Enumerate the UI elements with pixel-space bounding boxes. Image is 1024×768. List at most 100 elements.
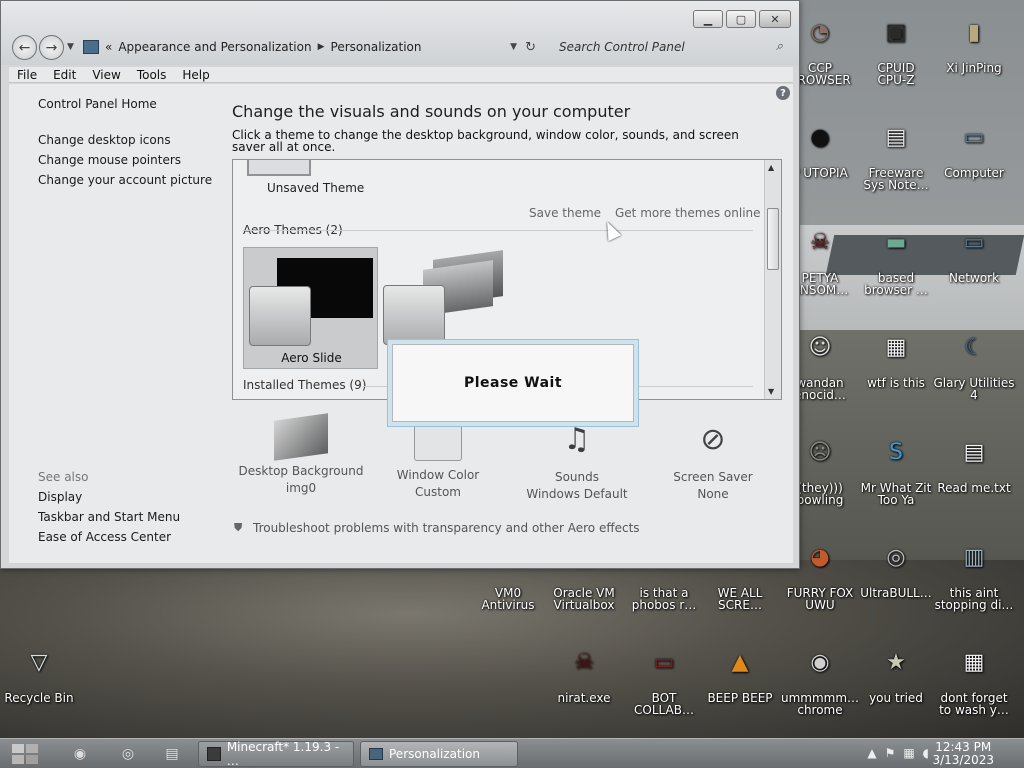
window-controls: ▁ ▢ ✕ (693, 10, 791, 28)
refresh-icon[interactable]: ↻ (525, 40, 536, 55)
desktop-icon[interactable]: ▤ Read me.txt (932, 430, 1016, 495)
dark-circle-icon: ● (810, 125, 830, 150)
desktop-icon[interactable]: ▭ BOT COLLAB… (622, 640, 706, 717)
address-dropdown-icon[interactable]: ▼ (510, 42, 517, 52)
minecraft-icon (207, 747, 221, 761)
skull-icon: ☠ (810, 230, 830, 255)
taskbar-pinned-explorer[interactable]: ▤ (152, 742, 192, 766)
close-button[interactable]: ✕ (759, 10, 791, 28)
desktop-icon[interactable]: ◎ UltraBULL… (854, 535, 938, 600)
minimize-button[interactable]: ▁ (693, 10, 723, 28)
screen-saver-value: None (697, 487, 729, 501)
back-button[interactable]: ← (12, 35, 37, 60)
chrome-icon: ◉ (810, 650, 830, 675)
desktop-icon[interactable]: ▬ based browser … (854, 220, 938, 297)
desktop-icon[interactable]: ▥ this aint stopping di… (932, 535, 1016, 612)
chat-icon: ▬ (885, 230, 907, 255)
link-display[interactable]: Display (38, 490, 82, 504)
desktop-icon[interactable]: ▦ wtf is this (854, 325, 938, 390)
get-more-themes-link[interactable]: Get more themes online (615, 206, 761, 220)
troubleshoot-link[interactable]: Troubleshoot problems with transparency … (253, 521, 640, 535)
desktop-icon[interactable]: ◉ ummmmm… chrome (778, 640, 862, 717)
address-overflow[interactable]: « (105, 40, 112, 54)
desktop-icon[interactable]: ▦ dont forget to wash y… (932, 640, 1016, 717)
menu-edit[interactable]: Edit (45, 67, 84, 82)
desktop-icon[interactable]: ▲ BEEP BEEP (698, 640, 782, 705)
see-also-heading: See also (38, 470, 89, 484)
desktop-icon[interactable]: ☾ Glary Utilities 4 (932, 325, 1016, 402)
breadcrumb-appearance[interactable]: Appearance and Personalization (118, 40, 311, 54)
clock-date: 3/13/2023 (932, 753, 994, 767)
scroll-up-icon[interactable]: ▲ (768, 163, 774, 172)
network-icon: ▭ (963, 230, 985, 255)
search-icon[interactable]: ⌕ (776, 39, 783, 54)
screen-saver-setting[interactable]: ⊘ Screen Saver None (665, 417, 761, 503)
address-bar[interactable]: « Appearance and Personalization ▶ Perso… (83, 36, 539, 58)
aero-slide-theme[interactable]: Aero Slide (243, 247, 378, 369)
sounds-setting[interactable]: ♫ Sounds Windows Default (523, 417, 631, 503)
maximize-button[interactable]: ▢ (726, 10, 756, 28)
taskbar-minecraft[interactable]: Minecraft* 1.19.3 - … (198, 740, 354, 768)
desktop-icon[interactable]: S Mr What Zit Too Ya (854, 430, 938, 507)
scroll-down-icon[interactable]: ▼ (768, 387, 774, 396)
desktop-icon[interactable]: ▽ Recycle Bin (0, 640, 81, 705)
desktop-icon[interactable]: ★ you tried (854, 640, 938, 705)
moon-icon: ☾ (964, 335, 984, 360)
breadcrumb-separator-icon[interactable]: ▶ (318, 42, 325, 52)
window-color-setting[interactable]: Window Color Custom (387, 413, 489, 501)
desktop-icon[interactable]: ▮ Xi JinPing (932, 10, 1016, 75)
link-change-desktop-icons[interactable]: Change desktop icons (38, 133, 171, 147)
taskbar-minecraft-label: Minecraft* 1.19.3 - … (226, 740, 340, 768)
aero-slide-label: Aero Slide (281, 351, 342, 365)
unsaved-theme-label[interactable]: Unsaved Theme (267, 181, 364, 195)
desktop-icon[interactable]: ▤ Freeware Sys Note… (854, 115, 938, 192)
menu-tools[interactable]: Tools (129, 67, 175, 82)
help-icon[interactable]: ? (776, 86, 790, 100)
windows-logo-icon (12, 744, 38, 764)
scrollbar-thumb[interactable] (767, 208, 779, 270)
unsaved-theme-thumbnail[interactable] (247, 160, 311, 176)
desktop-background-setting[interactable]: Desktop Background img0 (238, 413, 364, 497)
desktop-icon-label: Freeware Sys Note… (863, 166, 929, 192)
taskbar-personalization-label: Personalization (389, 747, 480, 761)
theme-list-scrollbar[interactable]: ▲ ▼ (764, 160, 781, 399)
desktop-icon-label: Glary Utilities 4 (933, 376, 1015, 402)
show-hidden-icons-icon[interactable]: ▲ (867, 746, 876, 760)
network-tray-icon[interactable]: ▦ (903, 746, 914, 760)
link-change-mouse-pointers[interactable]: Change mouse pointers (38, 153, 181, 167)
desktop-icon-label: Oracle VM Virtualbox (553, 586, 615, 612)
meme-face-icon: ☹ (808, 440, 832, 465)
link-taskbar-start-menu[interactable]: Taskbar and Start Menu (38, 510, 180, 524)
menu-help[interactable]: Help (174, 67, 217, 82)
link-control-panel-home[interactable]: Control Panel Home (38, 97, 157, 111)
save-theme-link[interactable]: Save theme (529, 206, 601, 220)
taskbar-pinned-chrome[interactable]: ◎ (108, 742, 148, 766)
window-color-value: Custom (415, 485, 461, 499)
menu-view[interactable]: View (84, 67, 128, 82)
desktop-icon[interactable]: ▭ Network (932, 220, 1016, 285)
chrome-icon: ◎ (121, 746, 135, 762)
desktop-icon-label: this aint stopping di… (934, 586, 1014, 612)
link-ease-of-access[interactable]: Ease of Access Center (38, 530, 171, 544)
breadcrumb-personalization[interactable]: Personalization (331, 40, 422, 54)
sounds-value: Windows Default (526, 487, 628, 501)
taskbar-personalization[interactable]: Personalization (360, 741, 518, 767)
start-button[interactable] (8, 740, 42, 768)
menu-file[interactable]: File (9, 67, 45, 82)
desktop-icon[interactable]: ▭ Computer (932, 115, 1016, 180)
taskbar-pinned-chat[interactable]: ◉ (60, 742, 100, 766)
forward-button[interactable]: → (39, 35, 64, 60)
clock[interactable]: 12:43 PM 3/13/2023 (932, 741, 994, 767)
desktop-icon[interactable]: ▣ CPUID CPU-Z (854, 10, 938, 87)
desktop-background-label: Desktop Background (238, 464, 364, 478)
recent-pages-icon[interactable]: ▼ (67, 42, 74, 52)
link-change-account-picture[interactable]: Change your account picture (38, 173, 212, 187)
volume-icon[interactable]: ◖ (923, 746, 929, 760)
page-subtitle: Click a theme to change the desktop back… (232, 128, 739, 154)
vlc-cone-icon: ▲ (731, 650, 749, 675)
cpuz-icon: ▣ (885, 20, 907, 45)
search-box[interactable]: Search Control Panel ⌕ (549, 36, 793, 58)
action-center-flag-icon[interactable]: ⚑ (885, 746, 896, 760)
desktop-icon[interactable]: ☠ nirat.exe (542, 640, 626, 705)
firefox-icon: ◕ (810, 545, 830, 570)
